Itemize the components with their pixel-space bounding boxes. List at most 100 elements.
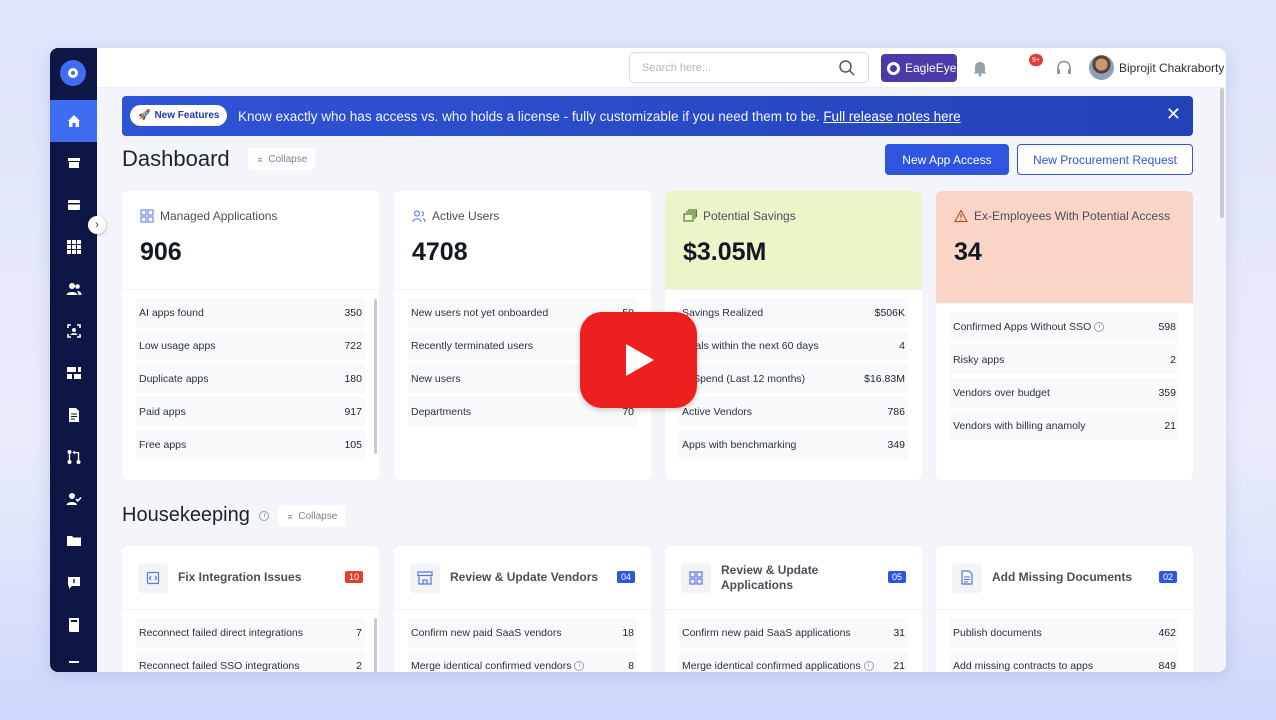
- card-title: Potential Savings: [703, 209, 796, 223]
- sidebar-expand-toggle[interactable]: ›: [88, 216, 106, 234]
- section-title-text: Housekeeping: [122, 504, 250, 526]
- card-review-update-applications[interactable]: Review & Update Applications 05 Confirm …: [665, 546, 922, 672]
- page-scrollbar[interactable]: [1220, 88, 1224, 218]
- row-value: 722: [344, 339, 362, 352]
- card-potential-savings[interactable]: Potential Savings $3.05M Savings Realize…: [665, 191, 922, 480]
- list-item[interactable]: Confirm new paid SaaS applications 31: [679, 618, 908, 647]
- collapse-icon: ⌅: [286, 510, 295, 522]
- card-header: Add Missing Documents 02: [936, 546, 1193, 610]
- housekeeping-collapse-button[interactable]: ⌅ Collapse: [278, 505, 346, 527]
- list-item[interactable]: AI apps found 350: [136, 298, 365, 327]
- sidebar-item-scan[interactable]: [50, 310, 97, 352]
- row-label: New users not yet onboarded: [411, 306, 549, 319]
- eagleeye-button[interactable]: EagleEye: [881, 54, 957, 82]
- card-scrollbar[interactable]: [374, 618, 377, 672]
- list-item[interactable]: ewals within the next 60 days 4: [679, 331, 908, 360]
- row-value: 350: [344, 306, 362, 319]
- rocket-icon: 🚀: [138, 110, 151, 121]
- list-item[interactable]: Merge identical confirmed applications i…: [679, 651, 908, 672]
- card-title: Add Missing Documents: [992, 570, 1133, 584]
- list-item[interactable]: Active Vendors 786: [679, 397, 908, 426]
- bell-icon[interactable]: [971, 59, 989, 77]
- list-item[interactable]: Apps with benchmarking 349: [679, 430, 908, 459]
- user-name[interactable]: Biprojit Chakraborty: [1119, 61, 1224, 75]
- list-item[interactable]: Vendors over budget 359: [950, 378, 1179, 407]
- sidebar-item-user-check[interactable]: [50, 478, 97, 520]
- list-item[interactable]: Free apps 105: [136, 430, 365, 459]
- release-notes-link[interactable]: Full release notes here: [823, 109, 960, 124]
- count-badge: 10: [344, 571, 363, 583]
- sidebar-item-feedback[interactable]: [50, 562, 97, 604]
- document-icon: [68, 408, 79, 422]
- search-input[interactable]: [630, 53, 820, 82]
- list-item[interactable]: Merge identical confirmed vendors i 8: [408, 651, 637, 672]
- search-box: [629, 52, 869, 83]
- card-review-update-vendors[interactable]: Review & Update Vendors 04 Confirm new p…: [394, 546, 651, 672]
- users-icon: [66, 283, 81, 295]
- row-label: Reconnect failed SSO integrations: [139, 659, 300, 672]
- new-app-access-button[interactable]: New App Access: [885, 144, 1009, 175]
- sidebar-item-more[interactable]: [50, 644, 97, 672]
- list-item[interactable]: al Spend (Last 12 months) $16.83M: [679, 364, 908, 393]
- sidebar-item-home[interactable]: [50, 100, 97, 142]
- count-badge: 04: [616, 571, 635, 583]
- list-item[interactable]: Reconnect failed SSO integrations 2: [136, 651, 365, 672]
- list-item[interactable]: Publish documents 462: [950, 618, 1179, 647]
- card-value: 4708: [412, 238, 468, 266]
- app-logo[interactable]: [60, 60, 86, 86]
- list-item[interactable]: Vendors with billing anamoly 21: [950, 411, 1179, 440]
- document-icon: [952, 562, 982, 593]
- apps-grid-icon: [681, 562, 711, 593]
- list-item[interactable]: Reconnect failed direct integrations 7: [136, 618, 365, 647]
- card-ex-employees[interactable]: Ex-Employees With Potential Access 34 Co…: [936, 191, 1193, 480]
- row-value: 917: [344, 405, 362, 418]
- card-add-missing-documents[interactable]: Add Missing Documents 02 Publish documen…: [936, 546, 1193, 672]
- card-header: Active Users 4708: [394, 191, 651, 290]
- close-icon[interactable]: ✕: [1166, 104, 1181, 125]
- info-icon[interactable]: i: [259, 510, 270, 521]
- video-play-button[interactable]: [580, 312, 697, 408]
- card-fix-integration-issues[interactable]: Fix Integration Issues 10 Reconnect fail…: [122, 546, 379, 672]
- banner-message: Know exactly who has access vs. who hold…: [238, 109, 961, 124]
- sidebar-item-folders[interactable]: [50, 520, 97, 562]
- dashboard-collapse-button[interactable]: ⌅ Collapse: [248, 148, 316, 170]
- new-procurement-request-button[interactable]: New Procurement Request: [1017, 144, 1193, 175]
- sidebar-item-library[interactable]: [50, 604, 97, 646]
- list-item[interactable]: Risky apps 2: [950, 345, 1179, 374]
- list-item[interactable]: Add missing contracts to apps 849: [950, 651, 1179, 672]
- row-label-text: Merge identical confirmed vendors: [411, 659, 572, 672]
- card-title: Managed Applications: [160, 209, 278, 223]
- list-item[interactable]: Paid apps 917: [136, 397, 365, 426]
- sidebar-item-users[interactable]: [50, 268, 97, 310]
- sidebar-item-documents[interactable]: [50, 394, 97, 436]
- card-scrollbar[interactable]: [374, 299, 377, 454]
- sidebar-item-apps[interactable]: [50, 226, 97, 268]
- card-title: Review & Update Applications: [721, 562, 819, 592]
- sidebar-item-widgets[interactable]: [50, 352, 97, 394]
- warning-icon: [954, 209, 968, 223]
- row-label: Active Vendors: [682, 405, 753, 418]
- info-icon[interactable]: i: [1094, 321, 1105, 332]
- list-item[interactable]: Confirmed Apps Without SSO i 598: [950, 312, 1179, 341]
- row-label-text: Merge identical confirmed applications: [682, 659, 861, 672]
- users-icon: [412, 210, 426, 223]
- card-title: Fix Integration Issues: [178, 570, 302, 584]
- card-value: 906: [140, 238, 182, 266]
- collapse-icon: ⌅: [256, 153, 265, 165]
- support-headset-icon[interactable]: [1055, 59, 1073, 77]
- user-avatar[interactable]: [1089, 55, 1114, 80]
- row-label: Recently terminated users: [411, 339, 533, 352]
- card-managed-applications[interactable]: Managed Applications 906 AI apps found 35…: [122, 191, 379, 480]
- sidebar-item-workflows[interactable]: [50, 436, 97, 478]
- list-item[interactable]: Confirm new paid SaaS vendors 18: [408, 618, 637, 647]
- list-item[interactable]: Low usage apps 722: [136, 331, 365, 360]
- info-icon[interactable]: i: [863, 660, 874, 671]
- collapse-label: Collapse: [298, 510, 338, 522]
- list-item[interactable]: Duplicate apps 180: [136, 364, 365, 393]
- search-icon[interactable]: [838, 59, 856, 77]
- list-item[interactable]: Savings Realized $506K: [679, 298, 908, 327]
- row-value: 786: [887, 405, 905, 418]
- sidebar-item-store[interactable]: [50, 142, 97, 184]
- info-icon[interactable]: i: [574, 660, 585, 671]
- store-icon: [67, 158, 80, 168]
